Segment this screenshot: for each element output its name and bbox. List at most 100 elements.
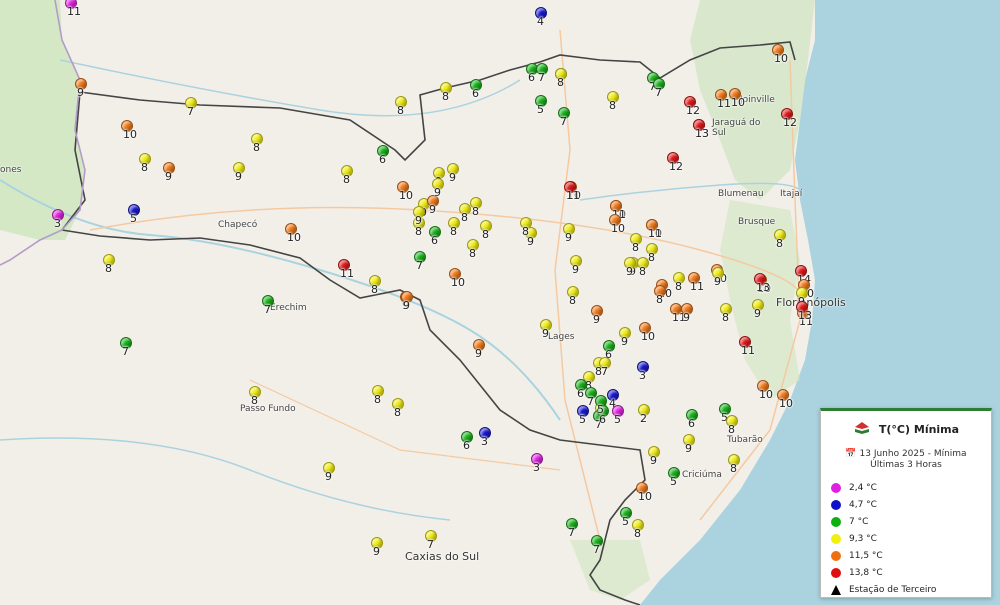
station-temperature-label: 9	[77, 86, 84, 99]
station-temperature-label: 10	[641, 330, 655, 343]
legend-item-label: 13,8 °C	[849, 567, 883, 578]
legend-item-third-party: Estação de Terceiro	[821, 581, 991, 598]
station-temperature-label: 7	[187, 105, 194, 118]
station-temperature-label: 2	[640, 412, 647, 425]
station-temperature-label: 9	[429, 203, 436, 216]
station-temperature-label: 8	[251, 394, 258, 407]
station-temperature-label: 10	[123, 128, 137, 141]
city-label-criciuma: Criciúma	[682, 470, 722, 480]
station-temperature-label: 10	[638, 490, 652, 503]
legend-color-swatch	[831, 499, 841, 510]
station-temperature-label: 6	[472, 87, 479, 100]
station-temperature-label: 10	[287, 231, 301, 244]
legend-title: T(°C) Mínima	[878, 422, 960, 436]
station-temperature-label: 3	[533, 461, 540, 474]
station-temperature-label: 9	[626, 265, 633, 278]
legend-item: 9,3 °C	[821, 530, 991, 547]
city-label-caxias: Caxias do Sul	[405, 550, 480, 563]
station-temperature-label: 9	[403, 299, 410, 312]
station-temperature-label: 7	[538, 71, 545, 84]
station-temperature-label: 8	[648, 251, 655, 264]
station-temperature-label: 7	[587, 395, 594, 408]
station-temperature-label: 7	[264, 303, 271, 316]
station-temperature-label: 5	[597, 403, 604, 416]
legend-item: 7 °C	[821, 513, 991, 530]
station-temperature-label: 8	[722, 311, 729, 324]
station-temperature-label: 10	[779, 397, 793, 410]
legend-color-swatch	[831, 482, 841, 493]
legend-header: T(°C) Mínima	[821, 421, 991, 437]
station-temperature-label: 8	[728, 423, 735, 436]
city-label-lages: Lages	[548, 332, 575, 342]
station-temperature-label: 9	[593, 313, 600, 326]
station-temperature-label: 6	[577, 387, 584, 400]
station-temperature-label: 9	[650, 454, 657, 467]
legend-third-party-label: Estação de Terceiro	[849, 584, 937, 595]
station-temperature-label: 11	[67, 5, 81, 18]
station-temperature-label: 7	[560, 115, 567, 128]
station-temperature-label: 10	[774, 52, 788, 65]
city-label-tubarao: Tubarão	[727, 435, 763, 445]
station-temperature-label: 12	[669, 160, 683, 173]
triangle-icon	[831, 584, 841, 595]
city-label-jaragua: Jaraguá do Sul	[712, 118, 761, 138]
station-temperature-label: 9	[325, 470, 332, 483]
station-temperature-label: 10	[399, 189, 413, 202]
station-temperature-label: 5	[622, 515, 629, 528]
city-label-passo-fundo: Passo Fundo	[240, 404, 296, 414]
station-temperature-label: 8	[557, 76, 564, 89]
legend-color-swatch	[831, 567, 841, 578]
station-temperature-label: 6	[528, 71, 535, 84]
station-temperature-label: 8	[569, 294, 576, 307]
station-temperature-label: 7	[427, 538, 434, 551]
legend-item-label: 2,4 °C	[849, 482, 877, 493]
legend-item-label: 4,7 °C	[849, 499, 877, 510]
legend-item: 2,4 °C	[821, 479, 991, 496]
station-temperature-label: 7	[416, 259, 423, 272]
station-temperature-label: 10	[611, 222, 625, 235]
station-temperature-label: 3	[54, 217, 61, 230]
station-temperature-label: 8	[469, 247, 476, 260]
station-temperature-label: 9	[434, 186, 441, 199]
legend-item-label: 11,5 °C	[849, 550, 883, 561]
station-temperature-label: 9	[235, 170, 242, 183]
station-temperature-label: 9	[165, 170, 172, 183]
station-temperature-label: 8	[461, 211, 468, 224]
station-temperature-label: 8	[609, 99, 616, 112]
station-temperature-label: 5	[579, 413, 586, 426]
station-temperature-label: 7	[568, 526, 575, 539]
city-label-joinville: Joinville	[740, 95, 775, 105]
legend-item: 11,5 °C	[821, 547, 991, 564]
station-temperature-label: 11	[717, 97, 731, 110]
legend-date: 📅 13 Junho 2025 - Mínima Últimas 3 Horas	[827, 449, 985, 471]
station-temperature-label: 9	[415, 214, 422, 227]
station-temperature-label: 5	[130, 212, 137, 225]
legend-color-swatch	[831, 533, 841, 544]
station-temperature-label: 11	[690, 280, 704, 293]
station-temperature-label: 9	[565, 231, 572, 244]
station-temperature-label: 6	[431, 234, 438, 247]
station-temperature-label: 3	[639, 369, 646, 382]
legend-item-label: 9,3 °C	[849, 533, 877, 544]
station-temperature-label: 10	[731, 96, 745, 109]
station-temperature-label: 9	[475, 347, 482, 360]
station-temperature-label: 9	[572, 263, 579, 276]
legend-date-text: 13 Junho 2025 - Mínima Últimas 3 Horas	[859, 449, 967, 470]
station-temperature-label: 8	[776, 237, 783, 250]
station-temperature-label: 8	[253, 141, 260, 154]
station-temperature-label: 9	[685, 442, 692, 455]
station-temperature-label: 9	[714, 275, 721, 288]
station-temperature-label: 9	[621, 335, 628, 348]
station-temperature-label: 8	[656, 293, 663, 306]
station-temperature-label: 8	[374, 393, 381, 406]
station-temperature-label: 5	[614, 413, 621, 426]
legend-item: 4,7 °C	[821, 496, 991, 513]
station-temperature-label: 9	[754, 307, 761, 320]
legend-color-swatch	[831, 550, 841, 561]
station-temperature-label: 8	[397, 104, 404, 117]
station-temperature-label: 8	[632, 241, 639, 254]
legend-item-label: 7 °C	[849, 516, 869, 527]
station-temperature-label: 4	[537, 15, 544, 28]
station-temperature-label: 9	[542, 327, 549, 340]
city-label-ones: ones	[0, 165, 22, 175]
